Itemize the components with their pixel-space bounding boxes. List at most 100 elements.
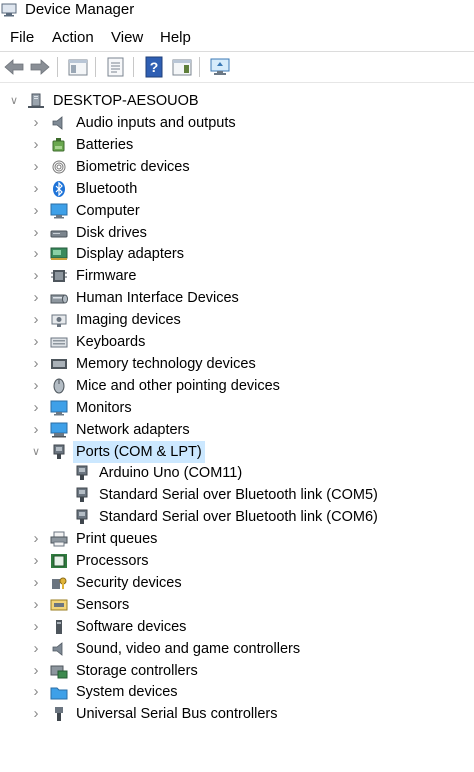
properties-icon[interactable]: [104, 55, 128, 79]
chevron-right-icon[interactable]: ›: [30, 660, 42, 682]
tree-category-label: Display adapters: [76, 246, 184, 263]
hid-icon: [50, 294, 68, 304]
chevron-right-icon[interactable]: ›: [30, 419, 42, 441]
chevron-right-icon[interactable]: ›: [30, 616, 42, 638]
tree-category-label: Storage controllers: [76, 662, 198, 679]
network-adapter-icon: [50, 422, 68, 438]
chevron-right-icon[interactable]: ›: [30, 397, 42, 419]
chevron-right-icon[interactable]: ›: [30, 243, 42, 265]
chevron-right-icon[interactable]: ›: [30, 222, 42, 244]
tree-category-system-devices[interactable]: › System devices: [0, 681, 474, 703]
tree-category-label: Ports (COM & LPT): [73, 440, 205, 463]
tree-category-monitors[interactable]: › Monitors: [0, 397, 474, 419]
tree-category-label: Firmware: [76, 268, 137, 285]
tree-device-label: Arduino Uno (COM11): [99, 465, 243, 482]
chevron-right-icon[interactable]: ›: [30, 528, 42, 550]
back-arrow-icon[interactable]: [2, 55, 26, 79]
menu-help[interactable]: Help: [159, 28, 192, 48]
tree-category-firmware[interactable]: › Firmware: [0, 265, 474, 287]
tree-category-network-adapters[interactable]: › Network adapters: [0, 419, 474, 441]
printer-icon: [50, 531, 68, 547]
tree-category-label: Human Interface Devices: [76, 290, 239, 307]
device-manager-icon: [1, 3, 17, 17]
tree-category-storage-controllers[interactable]: › Storage controllers: [0, 660, 474, 682]
toolbar-separator: [95, 57, 96, 77]
help-icon[interactable]: ?: [142, 55, 166, 79]
tree-device-item[interactable]: Arduino Uno (COM11): [0, 462, 474, 484]
show-hide-console-tree-icon[interactable]: [66, 55, 90, 79]
chevron-right-icon[interactable]: ›: [30, 331, 42, 353]
tree-category-processors[interactable]: › Processors: [0, 550, 474, 572]
tree-category-keyboards[interactable]: › Keyboards: [0, 331, 474, 353]
tree-category-label: Bluetooth: [76, 180, 138, 197]
camera-icon: [51, 314, 67, 328]
port-icon: [76, 509, 88, 525]
tree-category-label: System devices: [76, 684, 178, 701]
tree-device-label: Standard Serial over Bluetooth link (COM…: [99, 487, 378, 504]
chevron-right-icon[interactable]: ›: [30, 594, 42, 616]
menu-bar: File Action View Help: [0, 28, 474, 48]
tree-category-software-devices[interactable]: › Software devices: [0, 616, 474, 638]
menu-action[interactable]: Action: [51, 28, 95, 48]
chevron-right-icon[interactable]: ›: [30, 638, 42, 660]
tree-category-audio-inputs-and-outputs[interactable]: › Audio inputs and outputs: [0, 112, 474, 134]
chevron-right-icon[interactable]: ›: [30, 309, 42, 331]
system-folder-icon: [50, 687, 68, 700]
chevron-right-icon[interactable]: ›: [30, 134, 42, 156]
chevron-right-icon[interactable]: ›: [30, 265, 42, 287]
tree-device-item[interactable]: Standard Serial over Bluetooth link (COM…: [0, 484, 474, 506]
tree-category-label: Imaging devices: [76, 312, 181, 329]
tree-category-label: Keyboards: [76, 334, 146, 350]
tree-category-computer[interactable]: › Computer: [0, 200, 474, 222]
tree-category-sound-video-and-game-controllers[interactable]: › Sound, video and game controllers: [0, 638, 474, 660]
tree-category-bluetooth[interactable]: › Bluetooth: [0, 178, 474, 200]
tree-category-display-adapters[interactable]: › Display adapters: [0, 243, 474, 265]
computer-icon: [28, 93, 44, 108]
display-adapter-icon: [50, 247, 68, 261]
tree-category-label: Monitors: [76, 399, 132, 416]
toolbar-separator: [57, 57, 58, 77]
forward-arrow-icon[interactable]: [28, 55, 52, 79]
svg-text:?: ?: [150, 59, 159, 75]
tree-category-biometric-devices[interactable]: › Biometric devices: [0, 156, 474, 178]
chevron-right-icon[interactable]: ›: [30, 703, 42, 725]
tree-category-universal-serial-bus-controllers[interactable]: › Universal Serial Bus controllers: [0, 703, 474, 725]
action-pane-icon[interactable]: [170, 55, 194, 79]
chevron-right-icon[interactable]: ›: [30, 112, 42, 134]
chevron-right-icon[interactable]: ›: [30, 572, 42, 594]
chevron-right-icon[interactable]: ›: [30, 156, 42, 178]
tree-category-label: Memory technology devices: [76, 355, 256, 372]
tree-category-human-interface-devices[interactable]: › Human Interface Devices: [0, 287, 474, 309]
chevron-right-icon[interactable]: ›: [30, 353, 42, 375]
tree-category-memory-technology-devices[interactable]: › Memory technology devices: [0, 353, 474, 375]
disk-drive-icon: [50, 230, 68, 237]
tree-category-batteries[interactable]: › Batteries: [0, 134, 474, 156]
tree-category-mice-and-other-pointing-devices[interactable]: › Mice and other pointing devices: [0, 375, 474, 397]
tree-category-security-devices[interactable]: › Security devices: [0, 572, 474, 594]
tree-category-label: Batteries: [76, 136, 134, 153]
chevron-right-icon[interactable]: ›: [30, 287, 42, 309]
mouse-icon: [53, 378, 65, 394]
tree-category-label: Software devices: [76, 618, 187, 635]
chevron-down-icon[interactable]: ∨: [8, 90, 20, 112]
chevron-right-icon[interactable]: ›: [30, 550, 42, 572]
speaker-icon: [52, 116, 63, 130]
tree-device-label: Standard Serial over Bluetooth link (COM…: [99, 509, 378, 526]
menu-file[interactable]: File: [9, 28, 35, 48]
bluetooth-icon: [53, 180, 65, 197]
tree-category-sensors[interactable]: › Sensors: [0, 594, 474, 616]
tree-category-print-queues[interactable]: › Print queues: [0, 528, 474, 550]
chevron-right-icon[interactable]: ›: [30, 200, 42, 222]
chevron-down-icon[interactable]: ∨: [30, 441, 42, 463]
tree-category-imaging-devices[interactable]: › Imaging devices: [0, 309, 474, 331]
tree-root[interactable]: ∨ DESKTOP-AESOUOB: [0, 90, 474, 112]
chevron-right-icon[interactable]: ›: [30, 178, 42, 200]
chevron-right-icon[interactable]: ›: [30, 681, 42, 703]
chevron-right-icon[interactable]: ›: [30, 375, 42, 397]
menu-view[interactable]: View: [110, 28, 144, 48]
tree-category-ports-com-lpt[interactable]: ∨ Ports (COM & LPT): [0, 440, 474, 463]
tree-category-disk-drives[interactable]: › Disk drives: [0, 222, 474, 244]
tree-device-item[interactable]: Standard Serial over Bluetooth link (COM…: [0, 506, 474, 528]
tree-category-label: Sensors: [76, 596, 130, 613]
scan-hardware-changes-icon[interactable]: [208, 55, 232, 79]
